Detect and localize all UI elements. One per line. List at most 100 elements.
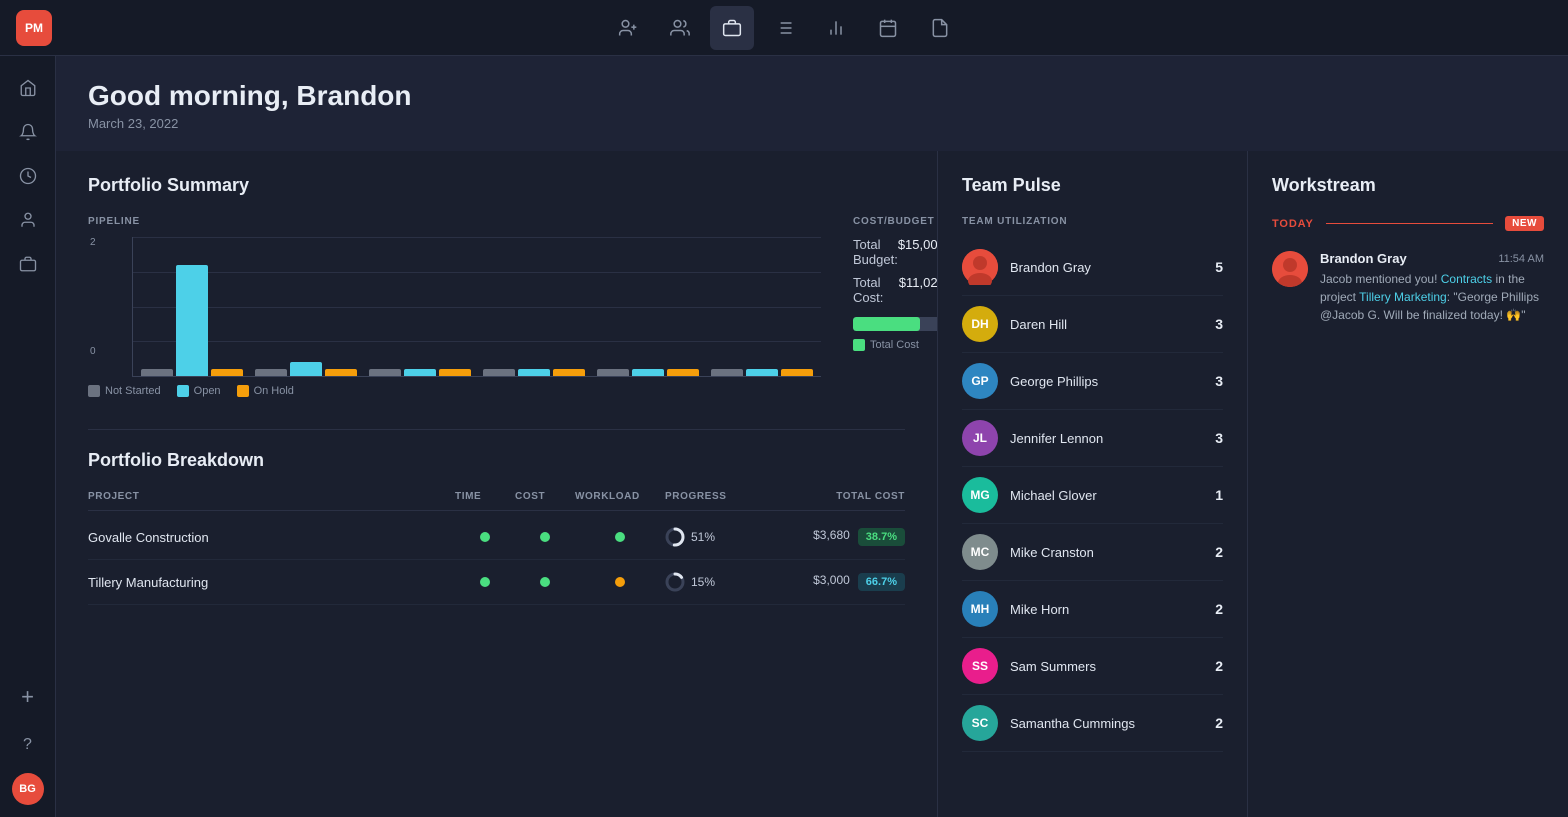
sidebar-clock[interactable] (8, 156, 48, 196)
budget-progress-fill (853, 317, 920, 331)
progress-tillery: 15% (665, 572, 805, 592)
total-budget-value: $15,000 (898, 237, 938, 267)
bar-on-hold-1 (211, 369, 243, 376)
member-count-brandon: 5 (1215, 259, 1223, 275)
dot-green-time (480, 532, 490, 542)
bar-open-4 (518, 369, 550, 376)
member-count-george: 3 (1215, 373, 1223, 389)
top-nav-icons (606, 6, 962, 50)
legend-dot-on-hold (237, 385, 249, 397)
avatar-brandon (962, 249, 998, 285)
member-name-jennifer: Jennifer Lennon (1010, 431, 1203, 446)
nav-users[interactable] (658, 6, 702, 50)
total-cost-govalle: $3,680 38.7% (805, 528, 905, 546)
cost-legend-item: Total Cost (853, 339, 919, 351)
table-row: Govalle Construction (88, 515, 905, 560)
main-layout: + ? BG Good morning, Brandon March 23, 2… (0, 56, 1568, 817)
legend-label-on-hold: On Hold (254, 385, 294, 397)
member-name-samantha: Samantha Cummings (1010, 716, 1203, 731)
cost-budget-label: COST/BUDGET (853, 216, 938, 227)
th-total-cost: TOTAL COST (805, 491, 905, 502)
cost-legend-label: Total Cost (870, 339, 919, 351)
sidebar-briefcase[interactable] (8, 244, 48, 284)
bar-on-hold-5 (667, 369, 699, 376)
user-avatar[interactable]: BG (12, 773, 44, 805)
legend-label-not-started: Not Started (105, 385, 161, 397)
breakdown-title: Portfolio Breakdown (88, 450, 905, 471)
nav-briefcase[interactable] (710, 6, 754, 50)
workstream-today-header: TODAY NEW (1272, 216, 1544, 231)
bar-not-started-4 (483, 369, 515, 376)
total-cost-row: Total Cost: $11,020 (853, 275, 938, 305)
sidebar-home[interactable] (8, 68, 48, 108)
portfolio-summary-grid: PIPELINE 2 0 (88, 216, 905, 397)
nav-user-plus[interactable] (606, 6, 650, 50)
ws-link-contracts[interactable]: Contracts (1441, 272, 1492, 286)
th-time: TIME (455, 491, 515, 502)
member-name-sam: Sam Summers (1010, 659, 1203, 674)
dot-yellow-workload-t (615, 577, 625, 587)
avatar-george: GP (962, 363, 998, 399)
member-count-samantha: 2 (1215, 715, 1223, 731)
y-label-2: 2 (90, 237, 96, 248)
th-progress: PROGRESS (665, 491, 805, 502)
bar-open-5 (632, 369, 664, 376)
total-cost-label: Total Cost: (853, 275, 899, 305)
progress-govalle: 51% (665, 527, 805, 547)
sidebar: + ? BG (0, 56, 56, 817)
bar-open-6 (746, 369, 778, 376)
nav-document[interactable] (918, 6, 962, 50)
team-member-samantha: SC Samantha Cummings 2 (962, 695, 1223, 752)
sidebar-add[interactable]: + (8, 677, 48, 717)
bar-on-hold-3 (439, 369, 471, 376)
legend-dot-open (177, 385, 189, 397)
nav-chart[interactable] (814, 6, 858, 50)
th-project: PROJECT (88, 491, 455, 502)
ws-message: Jacob mentioned you! Contracts in the pr… (1320, 270, 1544, 324)
progress-label-tillery: 15% (691, 575, 715, 589)
th-workload: WORKLOAD (575, 491, 665, 502)
progress-ring-tillery (665, 572, 685, 592)
bar-chart-inner (133, 237, 821, 376)
app-logo[interactable]: PM (16, 10, 52, 46)
cost-dot-govalle (515, 532, 575, 542)
bar-not-started-6 (711, 369, 743, 376)
nav-list[interactable] (762, 6, 806, 50)
member-count-mike-h: 2 (1215, 601, 1223, 617)
team-member-george: GP George Phillips 3 (962, 353, 1223, 410)
team-member-daren: DH Daren Hill 3 (962, 296, 1223, 353)
workstream-title: Workstream (1272, 175, 1544, 196)
team-member-jennifer: JL Jennifer Lennon 3 (962, 410, 1223, 467)
team-member-mike-c: MC Mike Cranston 2 (962, 524, 1223, 581)
avatar-mike-c: MC (962, 534, 998, 570)
bar-not-started-5 (597, 369, 629, 376)
nav-calendar[interactable] (866, 6, 910, 50)
sidebar-notifications[interactable] (8, 112, 48, 152)
budget-progress-bar (853, 317, 938, 331)
ws-link-tillery[interactable]: Tillery Marketing (1359, 290, 1447, 304)
portfolio-column: Portfolio Summary PIPELINE 2 0 (56, 151, 938, 817)
team-member-brandon: Brandon Gray 5 (962, 239, 1223, 296)
ws-avatar-brandon (1272, 251, 1308, 287)
bar-open-2 (290, 362, 322, 376)
legend-not-started: Not Started (88, 385, 161, 397)
table-row: Tillery Manufacturing (88, 560, 905, 605)
workstream-column: Workstream TODAY NEW (1248, 151, 1568, 817)
sidebar-help[interactable]: ? (8, 725, 48, 765)
sidebar-people[interactable] (8, 200, 48, 240)
cost-budget-section: COST/BUDGET Total Budget: $15,000 Total … (853, 216, 938, 397)
team-utilization-label: TEAM UTILIZATION (962, 216, 1223, 227)
dot-green-cost-t (540, 577, 550, 587)
page-header: Good morning, Brandon March 23, 2022 (56, 56, 1568, 151)
table-header: PROJECT TIME COST WORKLOAD PROGRESS TOTA… (88, 491, 905, 511)
bar-on-hold-2 (325, 369, 357, 376)
total-cost-value: $11,020 (899, 275, 938, 305)
pipeline-section: PIPELINE 2 0 (88, 216, 821, 397)
avatar-michael: MG (962, 477, 998, 513)
member-name-mike-c: Mike Cranston (1010, 545, 1203, 560)
bar-on-hold-4 (553, 369, 585, 376)
badge-tillery: 66.7% (858, 573, 905, 591)
bar-not-started-3 (369, 369, 401, 376)
bar-open-1 (176, 265, 208, 376)
workstream-item: Brandon Gray 11:54 AM Jacob mentioned yo… (1272, 251, 1544, 324)
